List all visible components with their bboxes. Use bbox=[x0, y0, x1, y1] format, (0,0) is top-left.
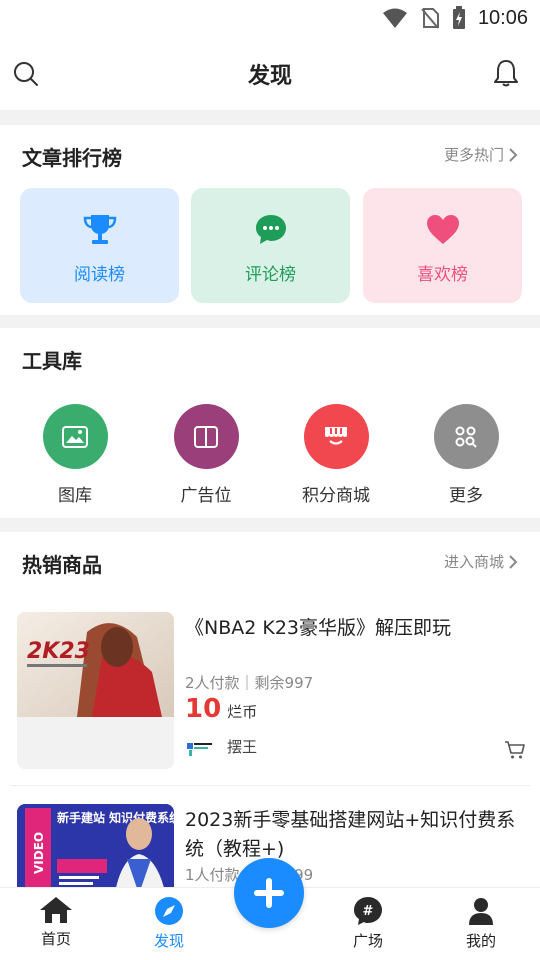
tab-label: 发现 bbox=[153, 932, 184, 950]
thumb-text: 2K23 bbox=[27, 639, 90, 664]
status-bar: 10:06 bbox=[0, 0, 540, 36]
product-price: 10 烂币 bbox=[185, 694, 257, 724]
price-value: 10 bbox=[185, 694, 222, 724]
cart-icon[interactable] bbox=[504, 740, 526, 760]
user-icon bbox=[469, 898, 493, 925]
enter-mall-link[interactable]: 进入商城 bbox=[444, 551, 518, 572]
compass-icon bbox=[155, 897, 183, 925]
tab-plaza[interactable]: # 广场 bbox=[318, 896, 418, 951]
product-seller: 摆王 bbox=[185, 736, 257, 757]
plus-icon bbox=[254, 878, 284, 908]
tool-more-circle bbox=[433, 404, 499, 469]
hashtag-chat-icon: # bbox=[354, 897, 382, 925]
battery-charging-icon bbox=[452, 6, 465, 29]
tab-discover[interactable]: 发现 bbox=[119, 896, 219, 951]
tab-home[interactable]: 首页 bbox=[6, 896, 106, 949]
product-title: 《NBA2 K23豪华版》解压即玩 bbox=[185, 617, 452, 639]
product-title: 2023新手零基础搭建网站+知识付费系统（教程+) bbox=[185, 809, 516, 860]
svg-text:#: # bbox=[363, 904, 374, 919]
more-hot-label: 更多热门 bbox=[443, 146, 504, 164]
bell-icon[interactable] bbox=[492, 58, 520, 88]
tool-label: 广告位 bbox=[180, 486, 232, 506]
tool-points-mall[interactable]: 积分商城 bbox=[286, 404, 386, 506]
product-cover-image: 2K23 bbox=[17, 612, 174, 717]
rank-tile-label: 阅读榜 bbox=[74, 265, 125, 285]
tool-ads[interactable]: 广告位 bbox=[156, 404, 256, 506]
trophy-icon bbox=[83, 215, 116, 244]
image-icon bbox=[62, 425, 88, 448]
tool-more[interactable]: 更多 bbox=[416, 404, 516, 506]
rank-tile-reading[interactable]: 阅读榜 bbox=[20, 188, 179, 303]
products-title: 热销商品 bbox=[22, 553, 102, 577]
enter-mall-label: 进入商城 bbox=[443, 553, 504, 571]
chevron-right-icon bbox=[509, 147, 518, 162]
product-cover-image: VIDEO 新手建站 知识付费系统 bbox=[17, 804, 174, 887]
more-hot-link[interactable]: 更多热门 bbox=[444, 144, 518, 165]
page-title: 发现 bbox=[247, 64, 292, 89]
clock: 10:06 bbox=[477, 6, 528, 29]
book-icon bbox=[194, 425, 218, 448]
rank-tile-label: 评论榜 bbox=[245, 265, 296, 285]
app-bar: 发现 bbox=[0, 36, 540, 110]
rank-tile-comments[interactable]: 评论榜 bbox=[191, 188, 350, 303]
tool-gallery-circle bbox=[42, 404, 108, 469]
divider bbox=[10, 785, 530, 786]
seller-name: 摆王 bbox=[227, 738, 258, 756]
svg-text:VIDEO: VIDEO bbox=[32, 832, 46, 874]
tool-gallery[interactable]: 图库 bbox=[25, 404, 125, 506]
tools-title: 工具库 bbox=[22, 349, 82, 373]
thumb-text: 新手建站 知识付费系统 bbox=[57, 810, 174, 825]
tool-ads-circle bbox=[173, 404, 239, 469]
tool-label: 图库 bbox=[58, 486, 92, 506]
rank-tile-label: 喜欢榜 bbox=[417, 265, 468, 285]
seller-avatar bbox=[187, 739, 213, 756]
rank-tile-likes[interactable]: 喜欢榜 bbox=[363, 188, 522, 303]
heart-icon bbox=[426, 215, 459, 244]
product-thumbnail: 2K23 bbox=[17, 612, 174, 769]
chevron-right-icon bbox=[509, 554, 518, 569]
product-item[interactable]: 2K23 《NBA2 K23豪华版》解压即玩 2人付款｜剩余997 10 烂币 … bbox=[0, 612, 540, 787]
product-thumbnail: VIDEO 新手建站 知识付费系统 bbox=[17, 804, 174, 887]
rankings-section: 文章排行榜 更多热门 阅读榜 评论榜 喜欢榜 bbox=[0, 125, 540, 315]
grid-search-icon bbox=[455, 426, 477, 448]
products-section: 热销商品 进入商城 2K23 《NBA2 K23豪华版》解压即玩 2人付款｜剩余… bbox=[0, 532, 540, 887]
shop-icon bbox=[325, 426, 347, 445]
wifi-icon bbox=[382, 8, 407, 28]
tool-points-mall-circle bbox=[303, 404, 369, 469]
tab-label: 广场 bbox=[352, 932, 383, 950]
create-post-button[interactable] bbox=[234, 858, 304, 928]
tab-label: 首页 bbox=[40, 930, 71, 948]
rankings-title: 文章排行榜 bbox=[22, 146, 122, 170]
tool-label: 更多 bbox=[449, 486, 483, 506]
comment-icon bbox=[255, 215, 286, 244]
price-unit: 烂币 bbox=[227, 703, 258, 721]
tools-section: 工具库 图库 广告位 积分商城 更多 bbox=[0, 328, 540, 518]
home-icon bbox=[40, 897, 72, 923]
no-sim-icon bbox=[421, 8, 439, 29]
tab-label: 我的 bbox=[465, 932, 496, 950]
tab-mine[interactable]: 我的 bbox=[431, 896, 531, 951]
product-meta: 2人付款｜剩余997 bbox=[185, 674, 314, 692]
tool-label: 积分商城 bbox=[302, 486, 370, 506]
